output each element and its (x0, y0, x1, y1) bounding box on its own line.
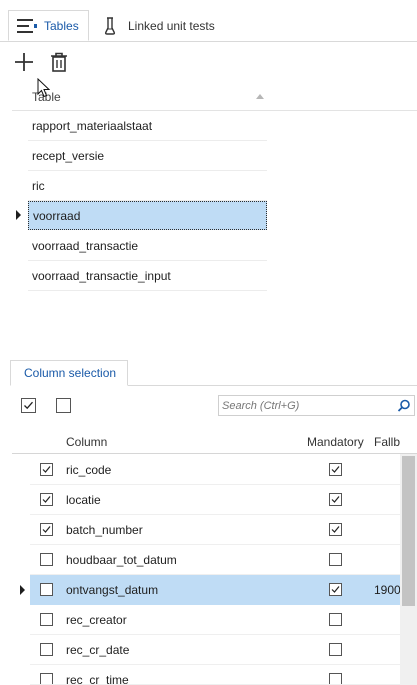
select-all-button[interactable] (21, 398, 36, 413)
column-select-checkbox[interactable] (40, 643, 53, 656)
column-header-fallback[interactable]: Fallb (374, 435, 400, 449)
checkmark-icon (331, 496, 340, 503)
beaker-icon (104, 16, 116, 35)
search-icon[interactable] (397, 399, 411, 413)
column-row-name: ric_code (66, 463, 112, 477)
column-select-checkbox[interactable] (40, 553, 53, 566)
checkmark-icon (42, 496, 51, 503)
column-row-name: ontvangst_datum (66, 583, 159, 597)
table-row[interactable]: recept_versie (28, 142, 267, 171)
hamburger-icon (17, 18, 37, 33)
table-row[interactable]: rapport_materiaalstaat (28, 112, 267, 141)
table-row-label: voorraad (33, 208, 81, 223)
column-row[interactable]: ric_code (30, 455, 400, 485)
column-row[interactable]: rec_cr_date (30, 635, 400, 665)
column-row[interactable]: rec_creator (30, 605, 400, 635)
tab-linked-unit-tests-label: Linked unit tests (128, 18, 215, 33)
column-header-name[interactable]: Column (66, 435, 107, 449)
table-row-selected[interactable]: voorraad (28, 201, 267, 230)
tables-header-divider (12, 110, 417, 111)
table-row-label: rapport_materiaalstaat (32, 119, 153, 133)
column-select-checkbox[interactable] (40, 523, 53, 536)
trash-icon (51, 52, 67, 72)
column-row-name: rec_cr_time (66, 673, 129, 685)
column-select-checkbox[interactable] (40, 613, 53, 626)
tab-column-selection[interactable]: Column selection (10, 360, 128, 386)
mandatory-checkbox[interactable] (329, 523, 342, 536)
column-row-fallback: 1900 (374, 583, 401, 597)
tab-tables[interactable]: Tables (8, 10, 89, 41)
checkmark-icon (331, 466, 340, 473)
column-select-checkbox[interactable] (40, 673, 53, 684)
column-row-name: locatie (66, 493, 101, 507)
search-input[interactable] (222, 398, 392, 413)
table-row-label: voorraad_transactie_input (32, 269, 171, 283)
mandatory-checkbox[interactable] (329, 583, 342, 596)
checkmark-icon (331, 526, 340, 533)
column-row[interactable]: locatie (30, 485, 400, 515)
tab-column-selection-label: Column selection (24, 366, 117, 380)
column-select-checkbox[interactable] (40, 493, 53, 506)
column-row-selected[interactable]: ontvangst_datum 1900 (30, 575, 401, 605)
column-header-divider (12, 453, 417, 454)
table-row-label: ric (32, 179, 45, 193)
table-row[interactable]: voorraad_transactie_input (28, 262, 267, 291)
column-row-name: rec_cr_date (66, 643, 130, 657)
column-select-checkbox[interactable] (40, 583, 53, 596)
plus-icon (15, 53, 33, 71)
search-box[interactable] (218, 395, 415, 416)
table-row-label: recept_versie (32, 149, 105, 163)
table-row-label: voorraad_transactie (32, 239, 139, 253)
current-row-marker-icon (20, 585, 25, 595)
mandatory-checkbox[interactable] (329, 493, 342, 506)
column-header-mandatory[interactable]: Mandatory (307, 435, 364, 449)
mandatory-checkbox[interactable] (329, 463, 342, 476)
mandatory-checkbox[interactable] (329, 673, 342, 684)
table-row[interactable]: voorraad_transactie (28, 232, 267, 261)
mandatory-checkbox[interactable] (329, 613, 342, 626)
column-row[interactable]: batch_number (30, 515, 400, 545)
sort-up-icon[interactable] (256, 94, 264, 99)
mouse-cursor-icon (37, 78, 50, 98)
add-table-button[interactable] (13, 51, 35, 73)
column-row-name: batch_number (66, 523, 143, 537)
checkmark-icon (24, 401, 33, 410)
table-row[interactable]: ric (28, 172, 267, 201)
column-row[interactable]: rec_cr_time (30, 665, 400, 685)
checkmark-icon (42, 526, 51, 533)
scrollbar-thumb[interactable] (402, 456, 415, 606)
mandatory-checkbox[interactable] (329, 553, 342, 566)
checkmark-icon (42, 466, 51, 473)
mandatory-checkbox[interactable] (329, 643, 342, 656)
column-row-name: houdbaar_tot_datum (66, 553, 177, 567)
column-row[interactable]: houdbaar_tot_datum (30, 545, 400, 575)
tab-tables-label: Tables (44, 18, 79, 33)
select-none-button[interactable] (56, 398, 71, 413)
column-select-checkbox[interactable] (40, 463, 53, 476)
delete-table-button[interactable] (48, 51, 70, 73)
current-row-marker-icon (16, 210, 21, 220)
tab-linked-unit-tests[interactable]: Linked unit tests (98, 10, 238, 41)
checkmark-icon (331, 586, 340, 593)
column-row-name: rec_creator (66, 613, 127, 627)
